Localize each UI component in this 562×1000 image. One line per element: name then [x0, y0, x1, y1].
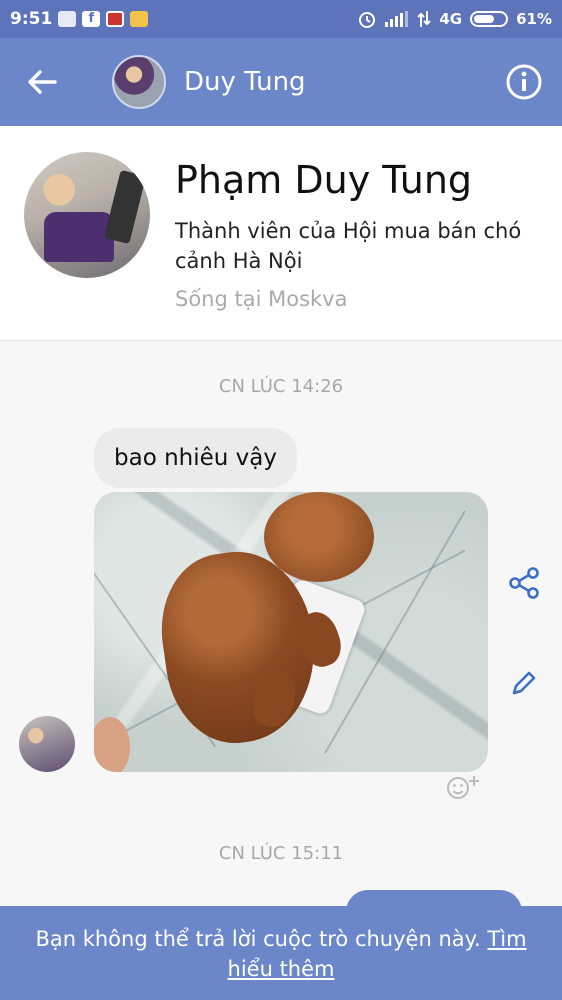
sender-avatar[interactable] [19, 716, 75, 772]
reply-disabled-text: Bạn không thể trả lời cuộc trò chuyện nà… [35, 927, 481, 951]
data-transfer-icon [417, 11, 432, 27]
profile-location: Sống tại Moskva [175, 287, 348, 311]
alarm-icon [359, 12, 376, 28]
hand [94, 717, 130, 772]
edit-button[interactable] [504, 663, 544, 703]
add-reaction-button[interactable] [440, 770, 486, 804]
dog-head [264, 492, 374, 582]
message-timestamp: CN LÚC 15:11 [218, 843, 344, 864]
network-type: 4G [439, 10, 463, 28]
reply-disabled-banner: Bạn không thể trả lời cuộc trò chuyện nà… [0, 906, 562, 1000]
messenger-icon [58, 11, 77, 27]
share-icon [509, 567, 539, 599]
profile-avatar[interactable] [24, 152, 150, 278]
arrow-left-icon [28, 70, 57, 94]
profile-description: Thành viên của Hội mua bán chó cảnh Hà N… [175, 219, 522, 273]
battery-level: 61% [516, 10, 552, 28]
share-button[interactable] [504, 563, 544, 603]
conversation-title[interactable]: Duy Tung [184, 67, 306, 97]
app-icon [130, 11, 149, 27]
signal-icon [385, 11, 409, 27]
message-timestamp: CN LÚC 14:26 [218, 376, 344, 397]
header-avatar[interactable] [112, 55, 166, 109]
info-button[interactable] [504, 62, 544, 102]
calendar-icon [106, 11, 125, 27]
smiley-plus-icon [447, 776, 479, 799]
message-photo[interactable] [94, 492, 488, 772]
back-button[interactable] [12, 38, 72, 126]
facebook-icon: f [82, 11, 101, 27]
profile-name: Phạm Duy Tung [175, 158, 473, 202]
info-icon [506, 64, 542, 100]
chat-header: Duy Tung [0, 38, 562, 126]
status-bar: 9:51 f 4G 61% [0, 0, 562, 38]
message-bubble[interactable]: bao nhiêu vậy [94, 428, 297, 488]
pencil-icon [512, 671, 536, 695]
battery-icon [470, 11, 509, 27]
status-time: 9:51 [10, 9, 53, 29]
